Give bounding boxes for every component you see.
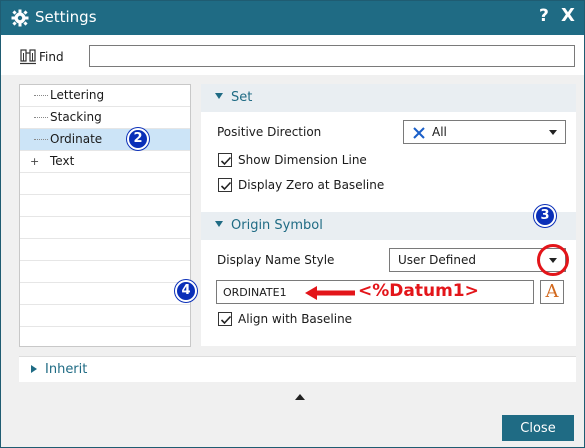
inherit-section-header[interactable]: Inherit	[19, 356, 576, 382]
tree-item-stacking[interactable]: Stacking	[20, 107, 190, 129]
collapse-up-icon[interactable]	[295, 394, 305, 400]
align-with-baseline-label: Align with Baseline	[238, 312, 353, 326]
help-button[interactable]: ?	[539, 6, 549, 26]
tree-item-ordinate[interactable]: Ordinate	[20, 129, 190, 151]
tree-item-label: Lettering	[50, 88, 105, 102]
gear-icon	[11, 9, 29, 27]
chevron-down-icon	[549, 130, 557, 135]
positive-direction-value: All	[432, 125, 447, 139]
collapse-triangle-icon	[215, 93, 223, 99]
window-title: Settings	[35, 8, 97, 26]
show-dimension-line-label: Show Dimension Line	[238, 153, 367, 167]
title-bar: Settings ? X	[1, 1, 584, 35]
checkmark-icon	[220, 156, 232, 166]
tree-item-label: Ordinate	[50, 132, 103, 146]
tree-empty-row	[20, 195, 190, 217]
align-with-baseline-checkbox[interactable]	[218, 312, 232, 326]
window-close-button[interactable]: X	[561, 5, 575, 26]
set-section-header[interactable]: Set	[201, 84, 576, 112]
cross-arrows-icon	[413, 127, 425, 139]
display-name-style-value: User Defined	[398, 253, 476, 267]
close-button[interactable]: Close	[502, 415, 574, 441]
section-title: Origin Symbol	[231, 218, 323, 233]
inherit-label: Inherit	[45, 362, 88, 377]
tree-empty-row	[20, 173, 190, 195]
collapse-triangle-icon	[215, 221, 223, 227]
tree-item-text[interactable]: + Text	[20, 151, 190, 173]
expand-icon[interactable]: +	[30, 155, 39, 168]
step-badge-3: 3	[534, 205, 556, 227]
find-label: Find	[39, 50, 64, 64]
positive-direction-label: Positive Direction	[217, 125, 322, 139]
origin-name-value: ORDINATE1	[223, 286, 287, 299]
settings-panel: Set Positive Direction All Show Dimensio…	[201, 84, 576, 346]
binoculars-icon	[20, 49, 36, 65]
tree-connector	[34, 139, 48, 140]
tree-item-lettering[interactable]: Lettering	[20, 85, 190, 107]
tree-empty-row	[20, 283, 190, 305]
display-name-style-label: Display Name Style	[217, 253, 335, 267]
settings-dialog: Settings ? X Find Lettering Stacking Ord…	[0, 0, 585, 448]
section-title: Set	[231, 90, 253, 105]
tree-item-label: Text	[50, 154, 75, 168]
step-badge-2: 2	[127, 128, 149, 150]
tree-empty-row	[20, 261, 190, 283]
origin-section-header[interactable]: Origin Symbol	[201, 212, 576, 240]
tree-item-label: Stacking	[50, 110, 102, 124]
display-zero-checkbox[interactable]	[218, 178, 232, 192]
category-tree[interactable]: Lettering Stacking Ordinate + Text	[19, 84, 191, 347]
show-dimension-line-checkbox[interactable]	[218, 153, 232, 167]
checkmark-icon	[220, 181, 232, 191]
tree-empty-row	[20, 239, 190, 261]
tree-connector	[34, 117, 48, 118]
find-row: Find	[1, 35, 584, 75]
expand-triangle-icon	[31, 365, 37, 373]
datum-annotation: <%Datum1>	[358, 281, 479, 301]
display-zero-label: Display Zero at Baseline	[238, 178, 385, 192]
step-badge-4: 4	[175, 280, 197, 302]
find-input[interactable]	[89, 45, 575, 67]
font-style-button[interactable]: A	[540, 280, 564, 304]
tree-empty-row	[20, 305, 190, 327]
positive-direction-dropdown[interactable]: All	[403, 120, 566, 144]
tree-empty-row	[20, 217, 190, 239]
highlight-circle	[537, 244, 569, 276]
checkmark-icon	[220, 315, 232, 325]
red-arrow-icon	[305, 286, 355, 300]
tree-connector	[34, 95, 48, 96]
tree-empty-row	[20, 327, 190, 346]
